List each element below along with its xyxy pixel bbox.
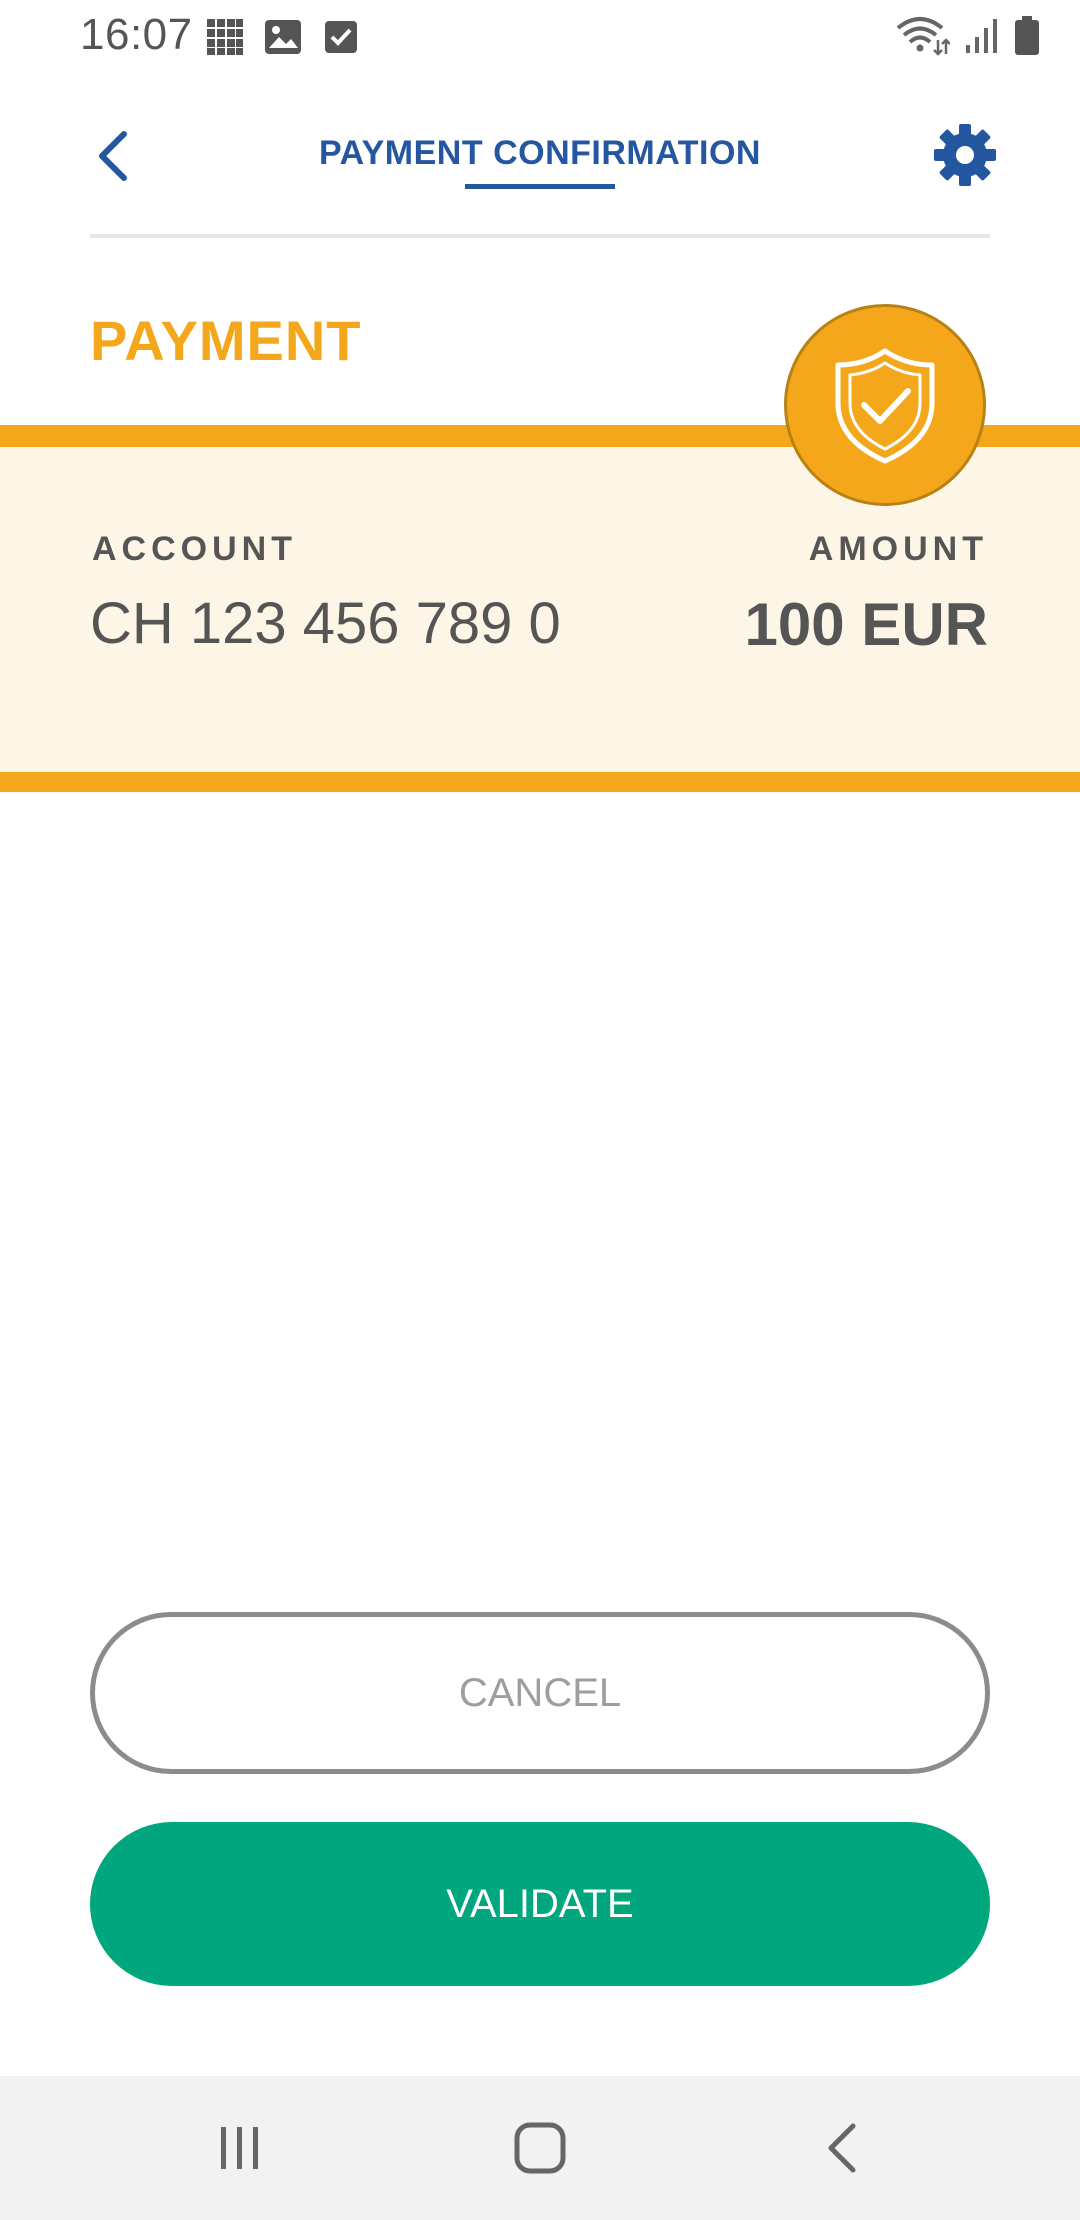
home-icon	[514, 2122, 566, 2174]
status-bar: 16:07	[0, 0, 1080, 76]
system-navigation-bar	[0, 2076, 1080, 2220]
battery-icon	[1015, 16, 1039, 55]
band-stripe-bottom	[0, 772, 1080, 792]
recents-button[interactable]	[208, 2116, 272, 2180]
status-time: 16:07	[80, 10, 193, 59]
section-title: PAYMENT	[90, 309, 362, 372]
wifi-icon	[896, 17, 950, 56]
amount-label: AMOUNT	[808, 530, 988, 568]
checkbox-notification-icon	[325, 21, 357, 53]
header-divider	[90, 234, 990, 238]
security-badge	[784, 304, 986, 506]
account-value: CH 123 456 789 0	[90, 591, 561, 656]
validate-button[interactable]: VALIDATE	[90, 1822, 990, 1986]
settings-button[interactable]	[932, 122, 998, 188]
recents-icon	[221, 2127, 258, 2169]
grid-app-icon	[207, 19, 243, 55]
nav-back-icon	[828, 2123, 856, 2173]
status-notification-icons	[206, 18, 360, 56]
page-title: PAYMENT CONFIRMATION	[319, 134, 761, 172]
account-label: ACCOUNT	[92, 530, 297, 568]
cancel-button[interactable]: CANCEL	[90, 1612, 990, 1774]
signal-icon	[966, 19, 997, 53]
image-icon	[265, 20, 301, 54]
home-button[interactable]	[508, 2116, 572, 2180]
status-system-icons	[896, 16, 1040, 56]
app-header: PAYMENT CONFIRMATION	[0, 100, 1080, 240]
shield-check-icon	[835, 348, 935, 464]
nav-back-button[interactable]	[812, 2116, 876, 2180]
gear-icon	[934, 124, 996, 186]
title-underline	[465, 184, 615, 189]
amount-value: 100 EUR	[744, 591, 988, 658]
